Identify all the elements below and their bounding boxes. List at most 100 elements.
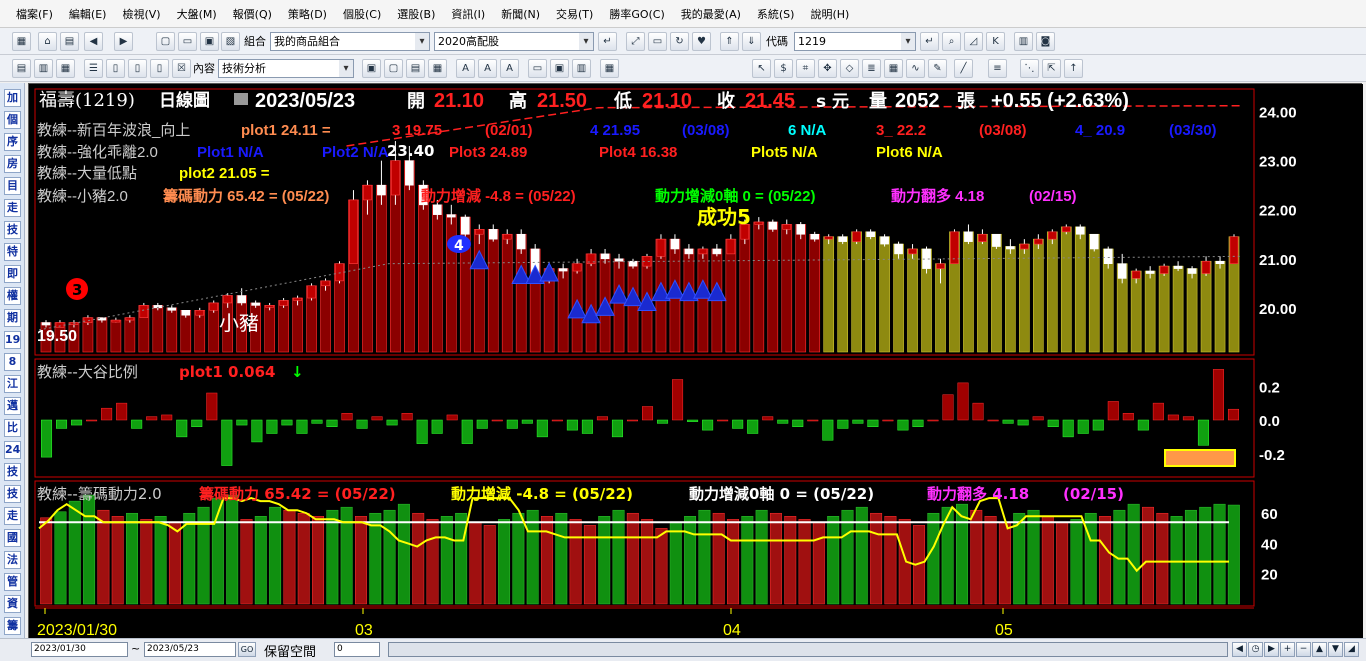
dollar-icon[interactable]: $ xyxy=(774,59,793,78)
menu-item[interactable]: 系統(S) xyxy=(749,6,803,22)
camera-icon[interactable]: ◙ xyxy=(1036,32,1055,51)
menu-item[interactable]: 檢視(V) xyxy=(114,6,168,22)
sidebar-item[interactable]: 加 xyxy=(4,89,21,107)
layout1-icon[interactable]: ☰ xyxy=(84,59,103,78)
tool4-icon[interactable]: ▦ xyxy=(428,59,447,78)
corner-icon[interactable]: ◢ xyxy=(1344,642,1359,657)
fan-icon[interactable]: ⋱ xyxy=(1020,59,1039,78)
menu-item[interactable]: 個股(C) xyxy=(335,6,389,22)
tool6-icon[interactable]: ▣ xyxy=(550,59,569,78)
up-double-icon[interactable]: ⇑ xyxy=(720,32,739,51)
draw-icon[interactable]: ✎ xyxy=(928,59,947,78)
down-icon[interactable]: ▼ xyxy=(1328,642,1343,657)
sidebar-item[interactable]: 管 xyxy=(4,573,21,591)
page-icon[interactable]: ▤ xyxy=(60,32,79,51)
sidebar-item[interactable]: 特 xyxy=(4,243,21,261)
menu-item[interactable]: 我的最愛(A) xyxy=(673,6,749,22)
sidebar-item[interactable]: 即 xyxy=(4,265,21,283)
sidebar-item[interactable]: 邁 xyxy=(4,397,21,415)
menu-item[interactable]: 勝率GO(C) xyxy=(601,6,672,22)
sidebar-item[interactable]: 國 xyxy=(4,529,21,547)
window-icon[interactable]: ▭ xyxy=(648,32,667,51)
tool1-icon[interactable]: ▣ xyxy=(362,59,381,78)
sidebar-item[interactable]: 技 xyxy=(4,485,21,503)
sidebar-item[interactable]: 19 xyxy=(4,331,21,349)
forward-arrow-icon[interactable]: ▶ xyxy=(114,32,133,51)
expand-icon[interactable]: ⤢ xyxy=(626,32,645,51)
menu-item[interactable]: 編輯(E) xyxy=(61,6,115,22)
lines-icon[interactable]: ≡ xyxy=(988,59,1007,78)
clock-icon[interactable]: ◷ xyxy=(1248,642,1263,657)
nav-right-icon[interactable]: ▶ xyxy=(1264,642,1279,657)
close-box-icon[interactable]: ☒ xyxy=(172,59,191,78)
sidebar-item[interactable]: 技 xyxy=(4,463,21,481)
go-button[interactable]: GO xyxy=(238,642,256,657)
sidebar-item[interactable]: 資 xyxy=(4,595,21,613)
crop-icon[interactable]: ⌗ xyxy=(796,59,815,78)
text-a3-icon[interactable]: A xyxy=(500,59,519,78)
menu-item[interactable]: 策略(D) xyxy=(280,6,335,22)
layout4-icon[interactable]: ▯ xyxy=(150,59,169,78)
horizontal-scrollbar[interactable] xyxy=(388,642,1228,657)
menu-item[interactable]: 選股(B) xyxy=(389,6,443,22)
enter-code-icon[interactable]: ↵ xyxy=(920,32,939,51)
favorite-icon[interactable]: ♥ xyxy=(692,32,711,51)
copy-icon[interactable]: ▤ xyxy=(12,59,31,78)
sidebar-item[interactable]: 江 xyxy=(4,375,21,393)
tool5-icon[interactable]: ▭ xyxy=(528,59,547,78)
line-chart-icon[interactable]: ∿ xyxy=(906,59,925,78)
menu-item[interactable]: 新聞(N) xyxy=(493,6,548,22)
nav-left-icon[interactable]: ◀ xyxy=(1232,642,1247,657)
k-icon[interactable]: K xyxy=(986,32,1005,51)
clipboard-icon[interactable]: ▦ xyxy=(56,59,75,78)
menu-item[interactable]: 報價(Q) xyxy=(225,6,280,22)
back-arrow-icon[interactable]: ◀ xyxy=(84,32,103,51)
grid-icon[interactable]: ▦ xyxy=(12,32,31,51)
down-double-icon[interactable]: ⇓ xyxy=(742,32,761,51)
pointer-icon[interactable]: ↖ xyxy=(752,59,771,78)
space-input[interactable]: 0 xyxy=(334,642,380,657)
sidebar-item[interactable]: 籌 xyxy=(4,617,21,635)
save-icon[interactable]: ▣ xyxy=(200,32,219,51)
date-from-input[interactable]: 2023/01/30 xyxy=(31,642,128,657)
book-icon[interactable]: ▥ xyxy=(1014,32,1033,51)
sidebar-item[interactable]: 比 xyxy=(4,419,21,437)
menu-item[interactable]: 大盤(M) xyxy=(169,6,225,22)
sidebar-item[interactable]: 走 xyxy=(4,507,21,525)
refresh-icon[interactable]: ↻ xyxy=(670,32,689,51)
sidebar-item[interactable]: 房 xyxy=(4,155,21,173)
tool7-icon[interactable]: ▥ xyxy=(572,59,591,78)
print-icon[interactable]: ▧ xyxy=(221,32,240,51)
search-icon[interactable]: ⌕ xyxy=(942,32,961,51)
date-to-input[interactable]: 2023/05/23 xyxy=(144,642,236,657)
add-icon[interactable]: + xyxy=(1280,642,1295,657)
eraser-icon[interactable]: ◇ xyxy=(840,59,859,78)
code-input[interactable]: 1219 xyxy=(794,32,916,51)
sidebar-item[interactable]: 序 xyxy=(4,133,21,151)
paste-icon[interactable]: ▥ xyxy=(34,59,53,78)
home-icon[interactable]: ⌂ xyxy=(38,32,57,51)
up-icon[interactable]: ▲ xyxy=(1312,642,1327,657)
list-icon[interactable]: ≣ xyxy=(862,59,881,78)
table-icon[interactable]: ▦ xyxy=(884,59,903,78)
menu-item[interactable]: 資訊(I) xyxy=(443,6,493,22)
content-select[interactable]: 技術分析 xyxy=(218,59,354,78)
sidebar-item[interactable]: 權 xyxy=(4,287,21,305)
sidebar-item[interactable]: 個 xyxy=(4,111,21,129)
text-a2-icon[interactable]: A xyxy=(478,59,497,78)
sidebar-item[interactable]: 期 xyxy=(4,309,21,327)
up-arrow-icon[interactable]: ↑ xyxy=(1064,59,1083,78)
menu-item[interactable]: 交易(T) xyxy=(548,6,601,22)
sidebar-item[interactable]: 技 xyxy=(4,221,21,239)
sidebar-item[interactable]: 目 xyxy=(4,177,21,195)
box-arrow-icon[interactable]: ⇱ xyxy=(1042,59,1061,78)
chart-icon[interactable]: ◿ xyxy=(964,32,983,51)
tool3-icon[interactable]: ▤ xyxy=(406,59,425,78)
new-file-icon[interactable]: ▢ xyxy=(156,32,175,51)
open-folder-icon[interactable]: ▭ xyxy=(178,32,197,51)
palette-icon[interactable]: ▦ xyxy=(600,59,619,78)
tool2-icon[interactable]: ▢ xyxy=(384,59,403,78)
enter-icon[interactable]: ↵ xyxy=(598,32,617,51)
line-tool-icon[interactable]: ╱ xyxy=(954,59,973,78)
sidebar-item[interactable]: 24 xyxy=(4,441,21,459)
